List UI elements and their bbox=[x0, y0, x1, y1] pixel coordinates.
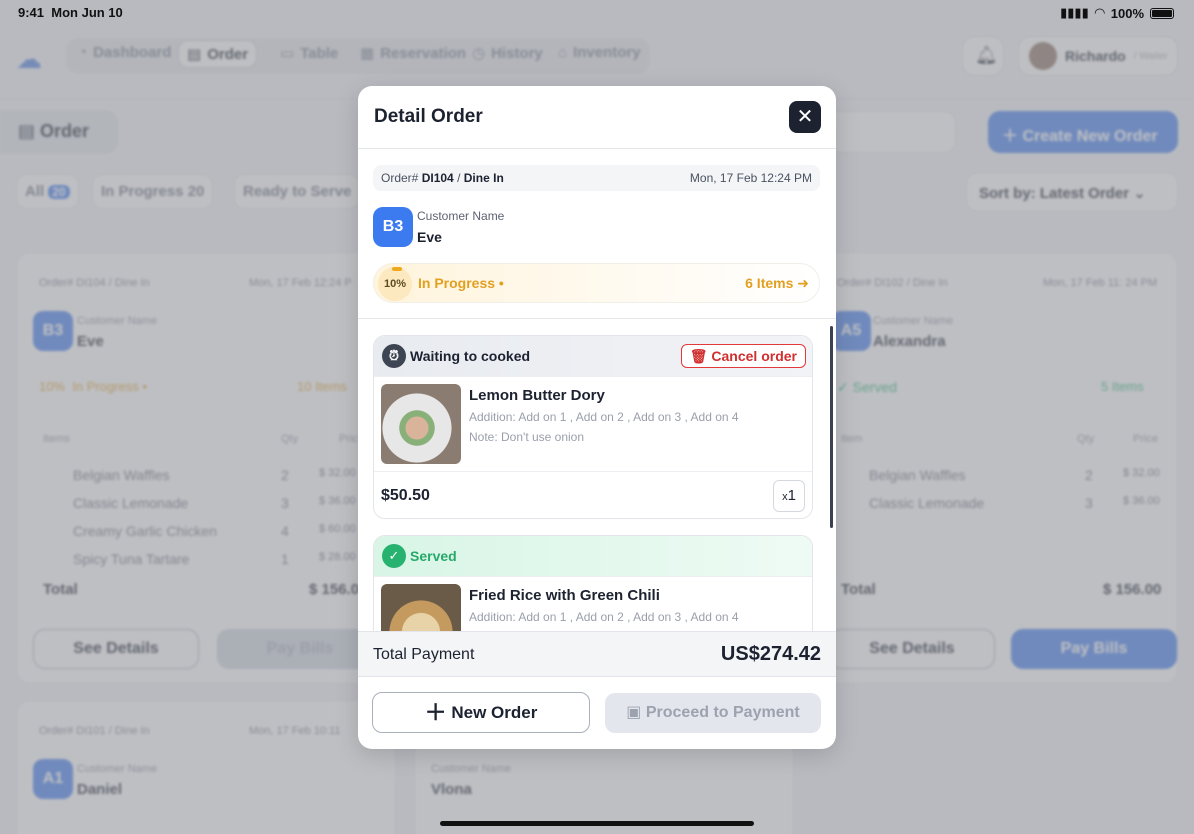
check-circle-icon: ✓ bbox=[382, 544, 406, 568]
signal-icon: ▮▮▮▮ bbox=[1060, 5, 1089, 20]
wifi-icon: ◠ bbox=[1094, 5, 1105, 20]
section-status: Waiting to cooked bbox=[410, 348, 531, 364]
section-status: Served bbox=[410, 548, 457, 564]
section-header: ⏰︎ Waiting to cooked 🗑︎ Cancel order bbox=[374, 336, 812, 376]
status-time: 9:41 bbox=[18, 5, 45, 20]
food-image bbox=[381, 384, 461, 464]
divider bbox=[358, 148, 836, 149]
order-type: Dine In bbox=[463, 171, 504, 185]
status-bar: 9:41 Mon Jun 10 ▮▮▮▮ ◠ 100% bbox=[0, 0, 1194, 24]
trash-icon: 🗑︎ bbox=[689, 348, 712, 364]
items-count-link[interactable]: 6 Items ➜ bbox=[745, 275, 809, 292]
scrollbar[interactable] bbox=[830, 326, 833, 528]
new-order-label: New Order bbox=[451, 703, 538, 722]
order-id: DI104 bbox=[421, 171, 454, 185]
status-section-waiting: ⏰︎ Waiting to cooked 🗑︎ Cancel order Lem… bbox=[373, 335, 813, 519]
arrow-right-icon: ➜ bbox=[797, 275, 809, 291]
progress-percent: 10% bbox=[378, 267, 412, 301]
proceed-label: Proceed to Payment bbox=[645, 704, 800, 721]
battery-percent: 100% bbox=[1110, 5, 1144, 21]
item-addition: Addition: Add on 1 , Add on 2 , Add on 3… bbox=[469, 610, 739, 624]
modal-title: Detail Order bbox=[374, 106, 483, 127]
total-payment-bar: Total Payment US$274.42 bbox=[358, 631, 836, 677]
total-payment-label: Total Payment bbox=[373, 646, 475, 663]
cash-icon: ▣ bbox=[626, 704, 646, 721]
plus-icon: ＋ bbox=[424, 700, 447, 725]
alarm-clock-icon: ⏰︎ bbox=[382, 344, 406, 368]
progress-status: In Progress • bbox=[418, 275, 504, 291]
cancel-order-button[interactable]: 🗑︎ Cancel order bbox=[680, 344, 806, 368]
item-name: Lemon Butter Dory bbox=[469, 387, 605, 404]
section-header: ✓ Served bbox=[374, 536, 812, 576]
order-datetime: Mon, 17 Feb 12:24 PM bbox=[689, 171, 812, 185]
item-quantity: x1 bbox=[773, 480, 805, 512]
order-item[interactable]: Lemon Butter Dory Addition: Add on 1 , A… bbox=[374, 376, 812, 518]
detail-order-modal: Detail Order ✕ Order# DI104 / Dine In Mo… bbox=[358, 86, 836, 749]
order-separator: / bbox=[457, 171, 461, 185]
new-order-button[interactable]: ＋ New Order bbox=[372, 692, 590, 733]
item-name: Fried Rice with Green Chili bbox=[469, 587, 660, 604]
cancel-order-label: Cancel order bbox=[711, 348, 797, 364]
close-icon: ✕ bbox=[796, 106, 814, 128]
item-price: $50.50 bbox=[381, 487, 430, 504]
order-info-bar: Order# DI104 / Dine In Mon, 17 Feb 12:24… bbox=[373, 165, 820, 191]
battery-icon bbox=[1150, 7, 1174, 19]
customer-name: Eve bbox=[417, 229, 442, 245]
progress-bar[interactable]: 10% In Progress • 6 Items ➜ bbox=[373, 263, 820, 303]
total-payment-value: US$274.42 bbox=[720, 643, 821, 665]
food-image bbox=[381, 584, 461, 631]
status-section-served: ✓ Served Fried Rice with Green Chili Add… bbox=[373, 535, 813, 631]
home-indicator bbox=[440, 821, 754, 826]
item-note: Note: Don't use onion bbox=[469, 430, 585, 444]
proceed-to-payment-button[interactable]: ▣ Proceed to Payment bbox=[605, 693, 821, 733]
order-item[interactable]: Fried Rice with Green Chili Addition: Ad… bbox=[374, 576, 812, 631]
item-addition: Addition: Add on 1 , Add on 2 , Add on 3… bbox=[469, 410, 739, 424]
items-count: 6 Items bbox=[745, 275, 794, 291]
status-date: Mon Jun 10 bbox=[51, 5, 123, 20]
customer-avatar: B3 bbox=[373, 207, 413, 247]
order-items-list[interactable]: ⏰︎ Waiting to cooked 🗑︎ Cancel order Lem… bbox=[358, 319, 836, 631]
customer-name-label: Customer Name bbox=[417, 209, 505, 223]
close-button[interactable]: ✕ bbox=[789, 101, 821, 133]
order-prefix: Order# bbox=[381, 171, 419, 185]
item-footer: $50.50 x1 bbox=[374, 471, 812, 518]
qty-value: 1 bbox=[787, 487, 796, 504]
